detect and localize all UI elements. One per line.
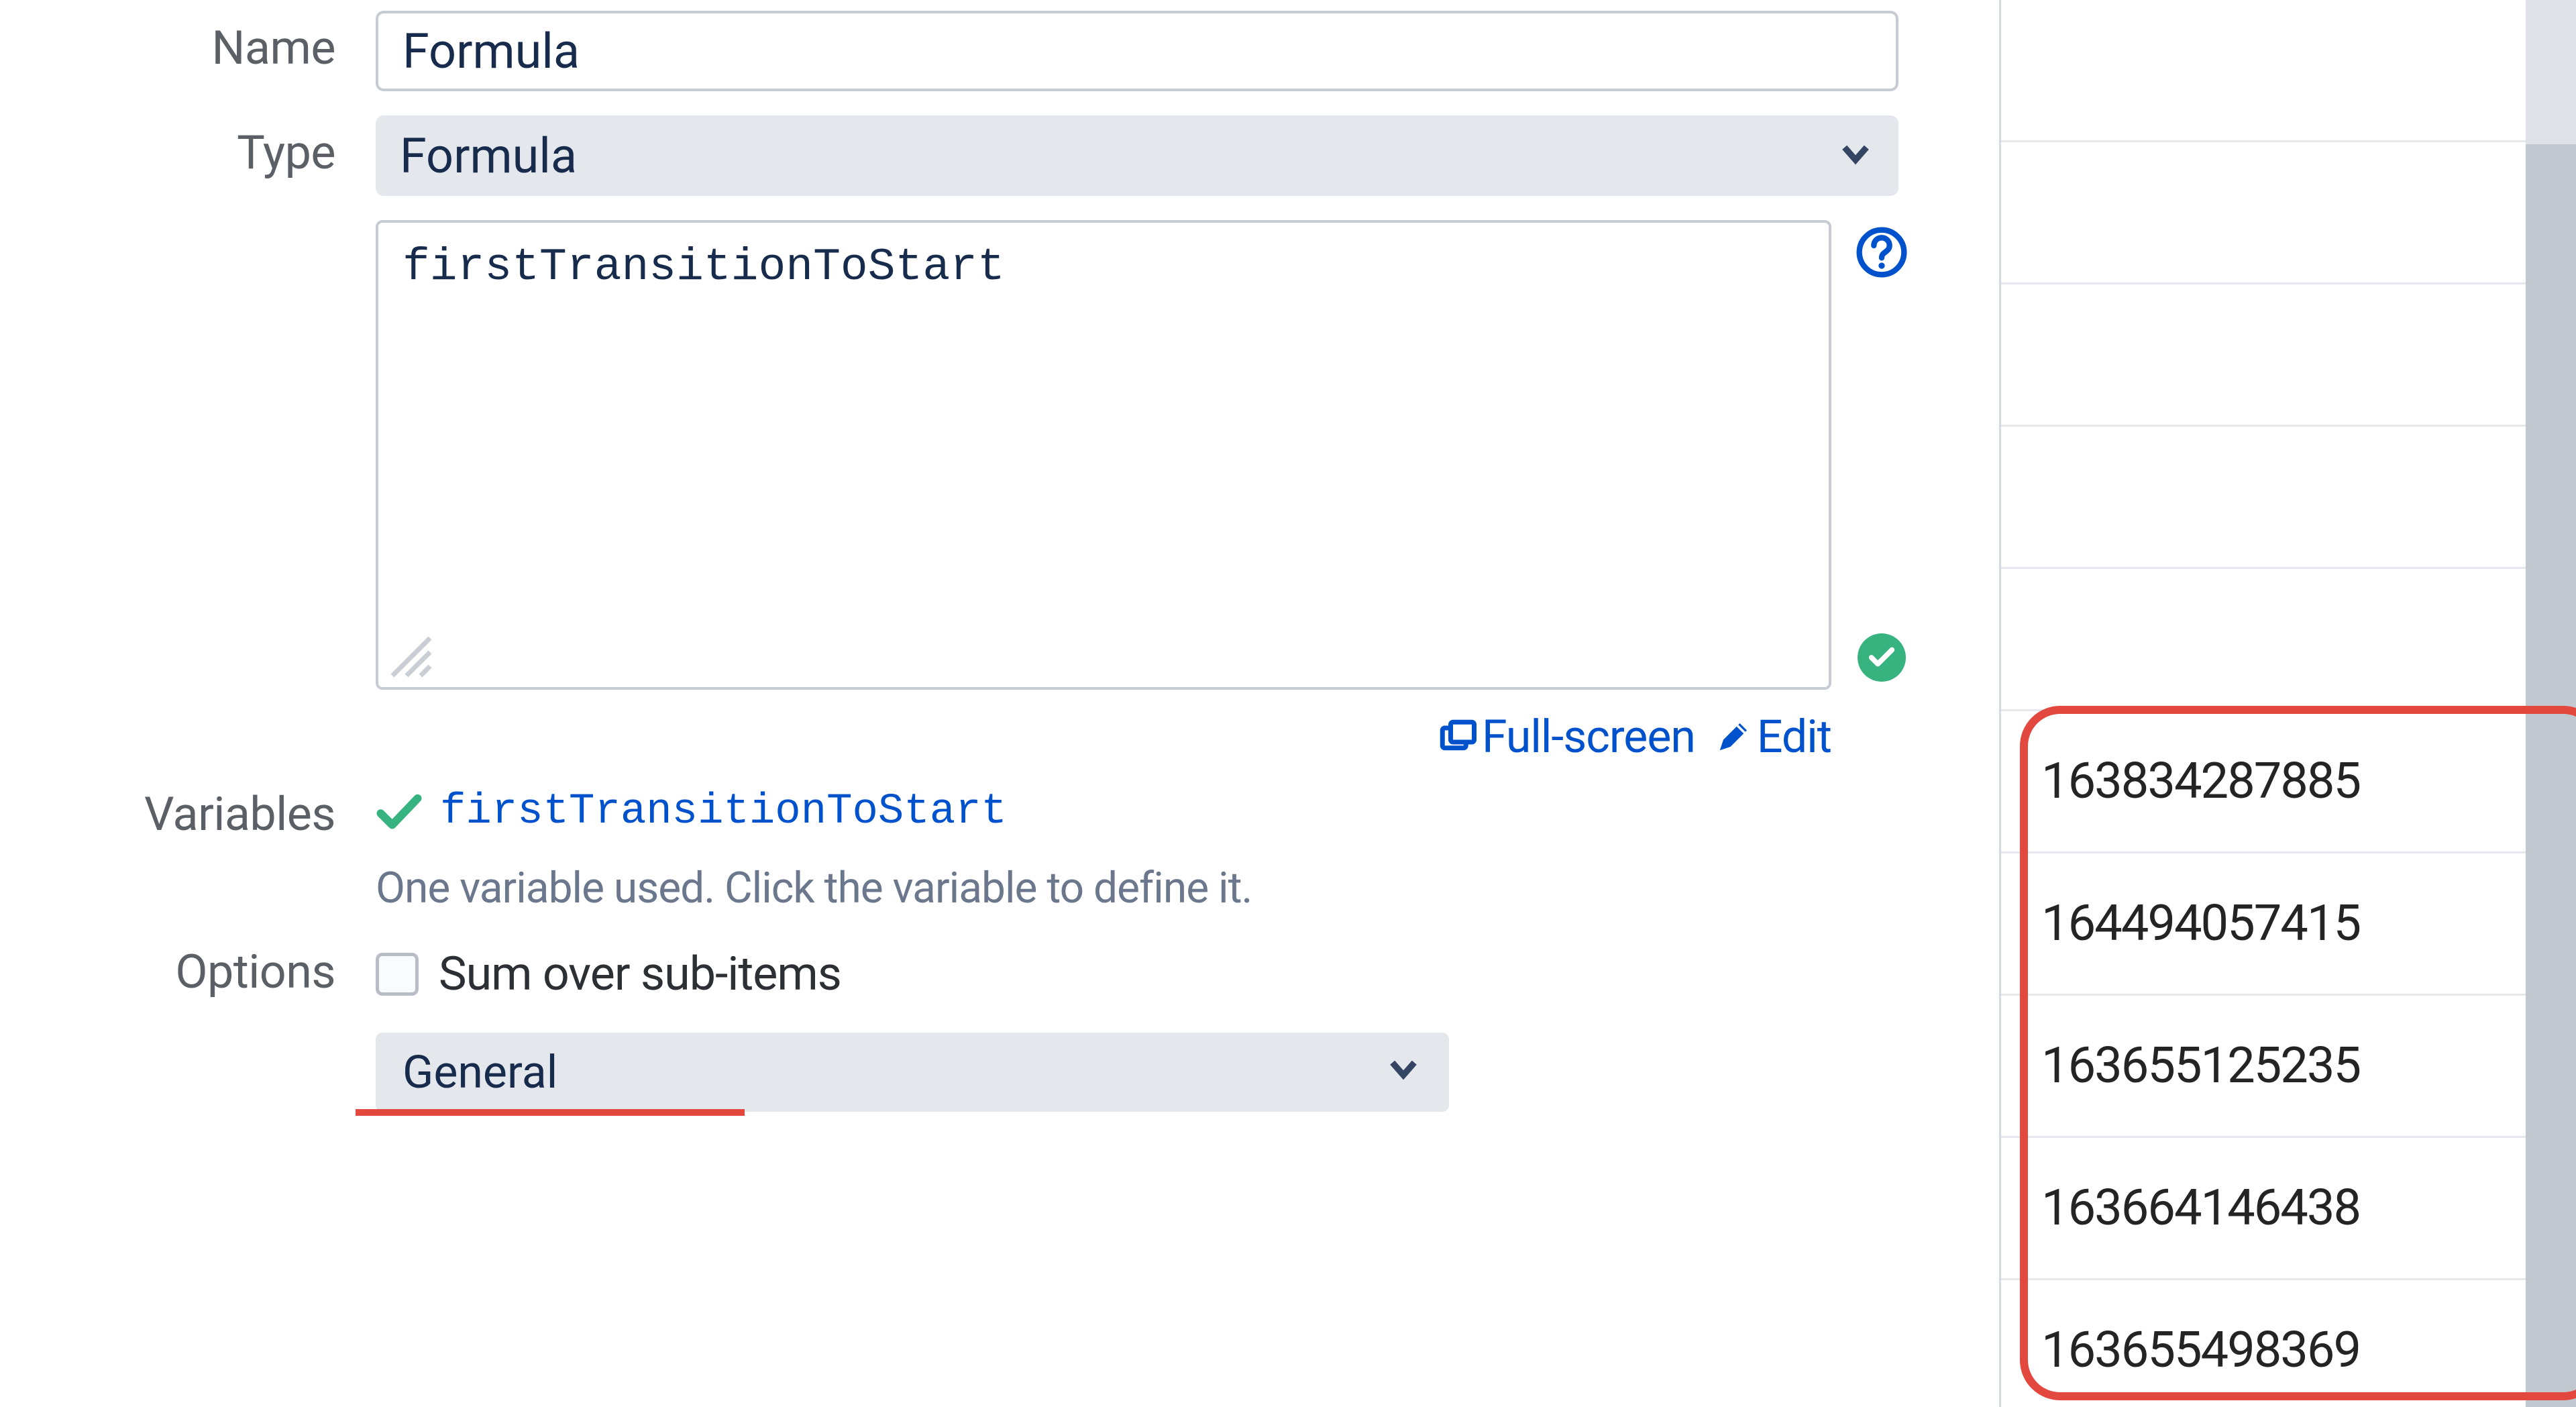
chevron-down-icon: [1837, 127, 1874, 185]
label-variables: Variables: [0, 788, 376, 841]
preview-column: 163834287885 164494057415 163655125235 1…: [1999, 0, 2576, 1407]
resize-handle-icon[interactable]: [388, 633, 435, 680]
scrollbar-thumb[interactable]: [2526, 144, 2576, 1407]
check-icon: [376, 788, 423, 835]
preview-cell: [2001, 284, 2526, 427]
preview-cell: [2001, 0, 2526, 142]
chevron-down-icon: [1385, 1045, 1422, 1099]
label-name: Name: [0, 11, 376, 74]
formula-side-icons: [1851, 225, 1912, 682]
variable-link[interactable]: firstTransitionToStart: [440, 788, 1007, 836]
scrollbar[interactable]: [2526, 0, 2576, 1407]
sum-option: Sum over sub-items: [376, 947, 1898, 1002]
label-formula-empty: [0, 220, 376, 232]
format-value: General: [402, 1045, 557, 1099]
fullscreen-icon: [1439, 719, 1477, 756]
row-variables: Variables firstTransitionToStart One var…: [0, 788, 1999, 913]
type-value: Formula: [400, 127, 577, 185]
edit-link[interactable]: Edit: [1714, 710, 1831, 764]
preview-cell: 163664146438: [2001, 1138, 2526, 1280]
fullscreen-link[interactable]: Full-screen: [1439, 710, 1706, 764]
preview-cell: [2001, 142, 2526, 284]
label-options: Options: [0, 947, 376, 998]
sum-checkbox[interactable]: [376, 953, 419, 996]
help-icon[interactable]: [1855, 225, 1909, 279]
preview-list: 163834287885 164494057415 163655125235 1…: [2001, 0, 2526, 1407]
preview-cell: [2001, 569, 2526, 711]
annotation-underline: [356, 1109, 745, 1116]
row-type: Type Formula: [0, 115, 1999, 196]
config-panel: Name Type Formula: [0, 0, 1999, 1407]
pencil-icon: [1714, 719, 1752, 756]
viewport: Name Type Formula: [0, 0, 2576, 1407]
variable-entry: firstTransitionToStart: [376, 788, 1898, 836]
preview-cell: 163834287885: [2001, 711, 2526, 853]
formula-links: Full-screen Edit: [376, 710, 1831, 764]
label-type: Type: [0, 115, 376, 179]
variables-hint: One variable used. Click the variable to…: [376, 863, 1898, 913]
row-formula: firstTransitionToStart: [0, 220, 1999, 764]
check-circle-icon: [1858, 633, 1906, 682]
preview-cell: 164494057415: [2001, 853, 2526, 996]
preview-cell: 163655498369: [2001, 1280, 2526, 1407]
type-select[interactable]: Formula: [376, 115, 1898, 196]
preview-cell: [2001, 427, 2526, 569]
sum-label: Sum over sub-items: [439, 947, 841, 1002]
format-select[interactable]: General: [376, 1033, 1449, 1112]
preview-cell: 163655125235: [2001, 996, 2526, 1138]
row-options: Options Sum over sub-items General: [0, 947, 1999, 1112]
row-name: Name: [0, 11, 1999, 91]
formula-editor[interactable]: firstTransitionToStart: [376, 220, 1831, 690]
formula-text: firstTransitionToStart: [402, 242, 1005, 293]
name-input[interactable]: [376, 11, 1898, 91]
